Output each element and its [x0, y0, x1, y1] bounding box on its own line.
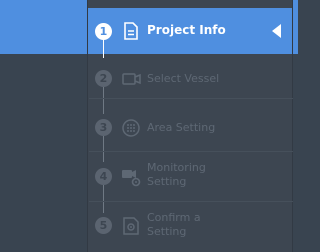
step-monitoring-setting[interactable]: 4 Monitoring Setting: [88, 155, 292, 199]
grid-dots-icon: [121, 118, 141, 138]
active-step-pointer-icon: [272, 24, 281, 38]
document-icon: [121, 21, 141, 41]
confirm-settings-icon: [121, 216, 141, 236]
step-select-vessel[interactable]: 2 Select Vessel: [88, 58, 292, 98]
step-label-line1: Confirm a: [147, 211, 201, 224]
step-project-info[interactable]: 1 Project Info: [88, 8, 292, 54]
step-label: Select Vessel: [147, 72, 220, 85]
step-number-badge: 3: [95, 119, 112, 136]
divider: [89, 151, 293, 152]
step-area-setting[interactable]: 3 Area Setting: [88, 107, 292, 147]
divider: [89, 201, 293, 202]
step-label: Area Setting: [147, 121, 216, 134]
step-label: Project Info: [147, 23, 226, 37]
step-label-line2: Setting: [147, 225, 187, 238]
step-label-line1: Monitoring: [147, 161, 206, 174]
step-label-line2: Setting: [147, 175, 187, 188]
step-confirm-setting[interactable]: 5 Confirm a Setting: [88, 205, 292, 249]
step-number-badge: 4: [95, 168, 112, 185]
camera-gear-icon: [121, 166, 141, 187]
step-number-badge: 5: [95, 217, 112, 234]
divider: [89, 98, 293, 99]
video-camera-icon: [121, 69, 141, 89]
step-number-badge: 2: [95, 70, 112, 87]
step-wizard-panel: 1 Project Info 2 Select Vessel 3 Area Se…: [87, 0, 293, 252]
step-number-badge: 1: [95, 23, 112, 40]
